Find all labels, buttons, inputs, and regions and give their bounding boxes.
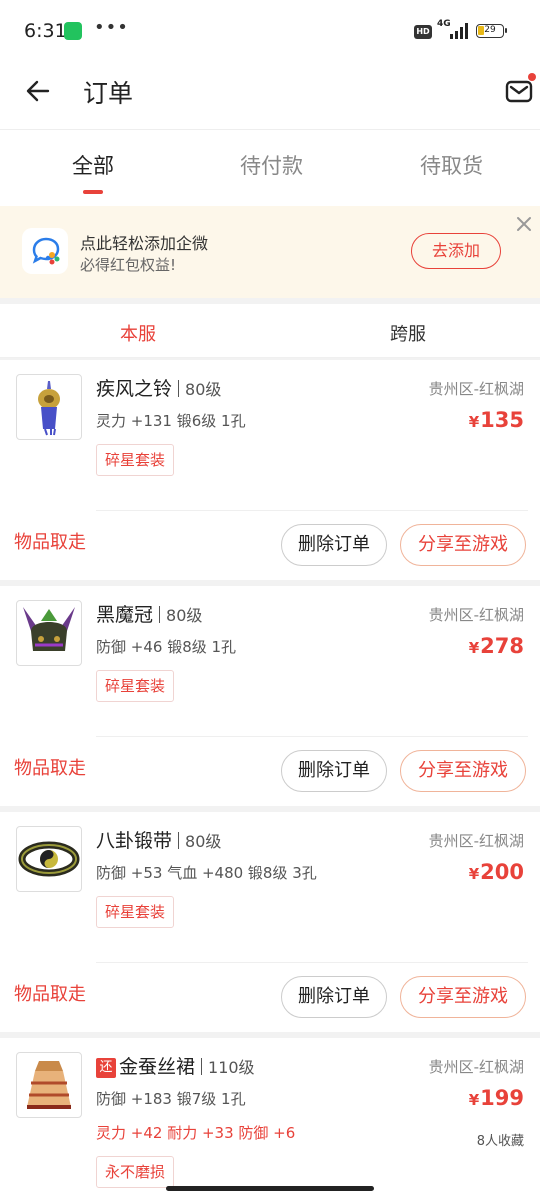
battery-icon: 29 xyxy=(476,24,507,38)
item-title: 黑魔冠 80级 xyxy=(96,600,202,627)
item-attributes: 防御 +53 气血 +480 锻8级 3孔 xyxy=(96,864,317,882)
status-bar: 6:31 ••• HD 4G 29 xyxy=(0,0,540,62)
separator xyxy=(201,1058,203,1075)
divider xyxy=(96,510,528,511)
item-attributes: 灵力 +131 锻6级 1孔 xyxy=(96,412,246,430)
currency-symbol: ¥ xyxy=(468,865,480,883)
currency-symbol: ¥ xyxy=(468,1091,480,1109)
set-tag: 碎星套装 xyxy=(96,670,174,702)
order-card[interactable]: 八卦锻带 80级 防御 +53 气血 +480 锻8级 3孔 碎星套装 贵州区-红… xyxy=(0,812,540,1032)
close-icon[interactable] xyxy=(514,214,534,234)
item-name: 黑魔冠 xyxy=(96,604,154,626)
order-status: 物品取走 xyxy=(14,758,86,779)
order-status: 物品取走 xyxy=(14,984,86,1005)
price-value: 278 xyxy=(480,634,524,658)
item-thumbnail xyxy=(16,826,82,892)
set-tag: 碎星套装 xyxy=(96,896,174,928)
item-attributes: 防御 +46 锻8级 1孔 xyxy=(96,638,237,656)
item-price: ¥135 xyxy=(469,408,524,432)
server-name: 贵州区-红枫湖 xyxy=(428,832,524,850)
tab-pending-pickup[interactable]: 待取货 xyxy=(420,150,483,180)
return-badge: 还 xyxy=(96,1058,116,1078)
order-card[interactable]: 还金蚕丝裙 110级 防御 +183 锻7级 1孔 灵力 +42 耐力 +33 防… xyxy=(0,1038,540,1200)
price-value: 135 xyxy=(480,408,524,432)
set-tag: 碎星套装 xyxy=(96,444,174,476)
item-level: 80级 xyxy=(185,380,222,399)
favorites-count: 8人收藏 xyxy=(476,1134,524,1149)
share-to-game-button[interactable]: 分享至游戏 xyxy=(400,524,526,566)
back-arrow-icon[interactable] xyxy=(24,76,54,106)
tab-cross-server[interactable]: 跨服 xyxy=(390,320,426,346)
item-title: 还金蚕丝裙 110级 xyxy=(96,1052,255,1079)
wecom-icon xyxy=(22,228,68,274)
status-time: 6:31 xyxy=(24,20,67,42)
hd-icon: HD xyxy=(414,25,432,39)
order-tabs: 全部 待付款 待取货 xyxy=(0,130,540,206)
home-indicator[interactable] xyxy=(166,1186,374,1191)
separator xyxy=(178,832,180,849)
separator xyxy=(178,380,180,397)
item-attributes: 防御 +183 锻7级 1孔 xyxy=(96,1090,246,1108)
divider xyxy=(96,962,528,963)
more-notifications-icon: ••• xyxy=(94,17,129,38)
server-tabs: 本服 跨服 xyxy=(0,304,540,358)
item-title: 疾风之铃 80级 xyxy=(96,374,221,401)
delete-order-button[interactable]: 删除订单 xyxy=(281,976,387,1018)
add-wecom-button[interactable]: 去添加 xyxy=(411,233,501,269)
currency-symbol: ¥ xyxy=(468,639,480,657)
item-level: 80级 xyxy=(166,606,203,625)
item-thumbnail xyxy=(16,600,82,666)
item-name: 八卦锻带 xyxy=(96,830,173,852)
item-price: ¥278 xyxy=(469,634,524,658)
currency-symbol: ¥ xyxy=(468,413,480,431)
server-name: 贵州区-红枫湖 xyxy=(428,1058,524,1076)
unread-dot xyxy=(528,73,536,81)
item-name: 金蚕丝裙 xyxy=(119,1056,196,1078)
delete-order-button[interactable]: 删除订单 xyxy=(281,750,387,792)
share-to-game-button[interactable]: 分享至游戏 xyxy=(400,976,526,1018)
banner-subtitle: 必得红包权益! xyxy=(80,256,177,274)
server-name: 贵州区-红枫湖 xyxy=(428,380,524,398)
page-title: 订单 xyxy=(83,79,134,108)
item-price: ¥200 xyxy=(469,860,524,884)
item-title: 八卦锻带 80级 xyxy=(96,826,221,853)
item-thumbnail xyxy=(16,374,82,440)
wechat-icon xyxy=(64,22,82,40)
tab-unpaid[interactable]: 待付款 xyxy=(240,150,303,180)
separator xyxy=(159,606,161,623)
delete-order-button[interactable]: 删除订单 xyxy=(281,524,387,566)
divider xyxy=(96,736,528,737)
order-status: 物品取走 xyxy=(14,532,86,553)
item-level: 80级 xyxy=(185,832,222,851)
item-level: 110级 xyxy=(208,1058,255,1077)
server-name: 贵州区-红枫湖 xyxy=(428,606,524,624)
order-card[interactable]: 疾风之铃 80级 灵力 +131 锻6级 1孔 碎星套装 贵州区-红枫湖 ¥135… xyxy=(0,360,540,580)
banner-title: 点此轻松添加企微 xyxy=(80,234,209,253)
tab-home-server[interactable]: 本服 xyxy=(120,320,156,346)
tab-all[interactable]: 全部 xyxy=(72,150,114,180)
item-bonus-attributes: 灵力 +42 耐力 +33 防御 +6 xyxy=(96,1124,296,1142)
item-name: 疾风之铃 xyxy=(96,378,173,400)
network-type: 4G xyxy=(437,19,451,29)
share-to-game-button[interactable]: 分享至游戏 xyxy=(400,750,526,792)
durability-tag: 永不磨损 xyxy=(96,1156,174,1188)
signal-icon xyxy=(450,23,468,39)
price-value: 200 xyxy=(480,860,524,884)
app-header: 订单 xyxy=(0,62,540,130)
active-tab-indicator xyxy=(83,190,103,194)
order-card[interactable]: 黑魔冠 80级 防御 +46 锻8级 1孔 碎星套装 贵州区-红枫湖 ¥278 物… xyxy=(0,586,540,806)
price-value: 199 xyxy=(480,1086,524,1110)
wecom-banner[interactable]: 点此轻松添加企微 必得红包权益! 去添加 xyxy=(0,206,540,298)
item-price: ¥199 xyxy=(469,1086,524,1110)
item-thumbnail xyxy=(16,1052,82,1118)
